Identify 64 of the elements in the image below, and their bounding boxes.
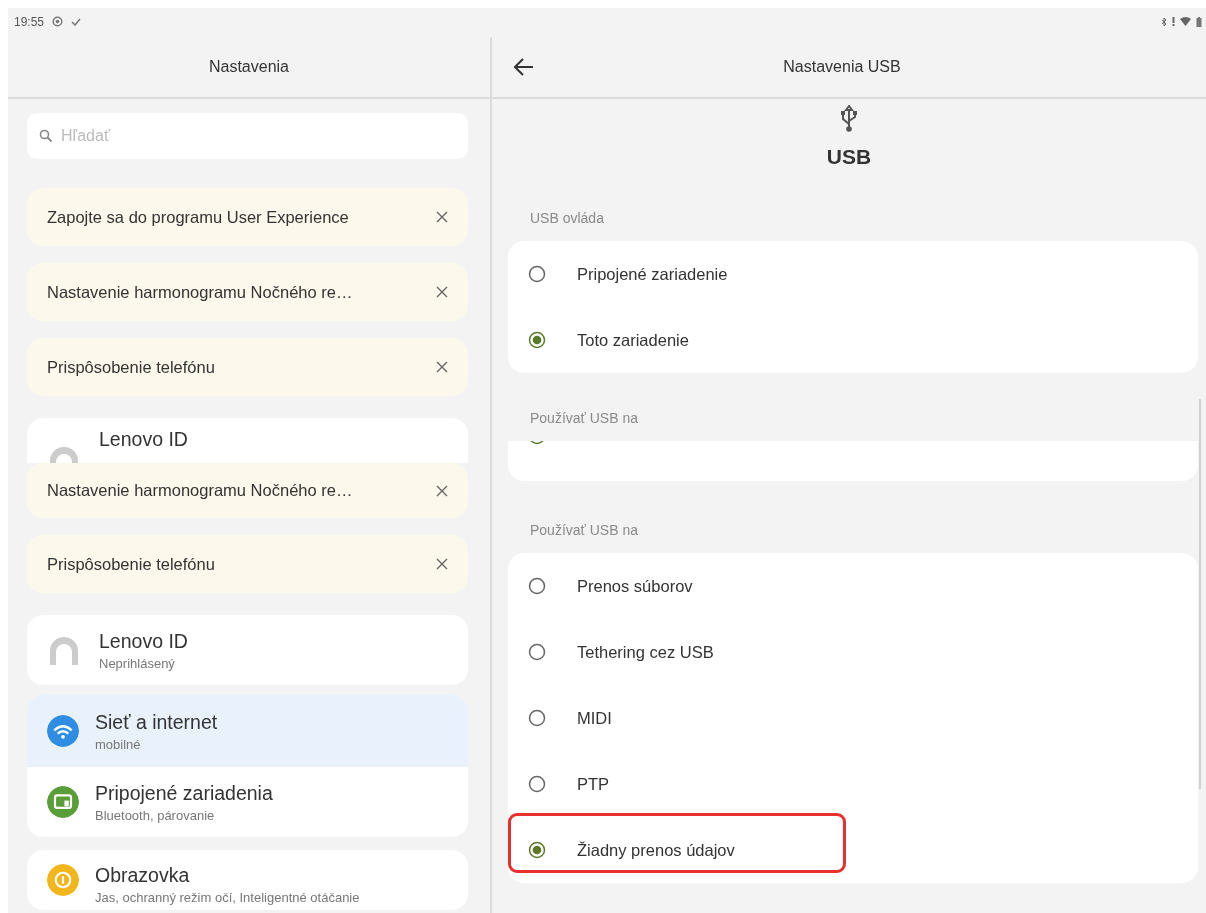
avatar-icon (47, 635, 81, 665)
radio-button[interactable] (528, 441, 546, 446)
account-name: Lenovo ID (99, 629, 188, 653)
settings-category-item[interactable]: Obrazovka Jas, ochranný režim očí, Inteligentné otáčanie (27, 850, 468, 910)
radio-button[interactable] (528, 841, 546, 859)
radio-option[interactable]: MIDI (508, 685, 1198, 751)
suggestion-title: Prispôsobenie telefónu (47, 357, 215, 377)
suggestion-title: Nastavenie harmonogramu Nočného re… (47, 282, 353, 302)
radio-button[interactable] (528, 775, 546, 793)
category-title: Sieť a internet (95, 710, 218, 734)
suggestion-title: Nastavenie harmonogramu Nočného re… (47, 481, 353, 500)
category-subtitle: mobilné (95, 736, 142, 752)
category-subtitle: Bluetooth, párovanie (95, 807, 216, 823)
group-heading: USB ovláda (529, 209, 605, 228)
close-icon[interactable] (436, 286, 448, 298)
wifi-icon (1180, 17, 1191, 26)
category-title: Pripojené zariadenia (95, 781, 273, 805)
suggestion-card[interactable]: Prispôsobenie telefónu (27, 338, 468, 396)
pane-title: Nastavenia (208, 58, 289, 76)
alert-icon (1172, 17, 1175, 26)
settings-icon (52, 16, 64, 27)
close-icon[interactable] (436, 484, 448, 497)
account-card[interactable]: Lenovo ID Neprihlásený (27, 615, 468, 685)
suggestion-card[interactable]: Nastavenie harmonogramu Nočného re… (27, 463, 468, 518)
radio-button[interactable] (528, 709, 546, 727)
radio-option[interactable]: Prenos súborov (508, 553, 1198, 619)
check-icon (71, 17, 82, 26)
pane-title: Nastavenia USB (782, 58, 902, 76)
radio-option[interactable]: Žiadny prenos údajov (508, 817, 1198, 883)
search-field[interactable]: Hľadať (27, 113, 468, 159)
category-title: Obrazovka (95, 864, 191, 887)
section-title: USB (826, 145, 872, 169)
account-name: Lenovo ID (99, 428, 188, 451)
radio-option[interactable]: Tethering cez USB (508, 619, 1198, 685)
suggestion-card[interactable]: Prispôsobenie telefónu (27, 535, 468, 593)
battery-icon (1196, 16, 1202, 27)
account-card[interactable]: Lenovo ID (27, 418, 468, 463)
bluetooth-icon (1161, 16, 1167, 27)
suggestion-title: Prispôsobenie telefónu (47, 554, 215, 574)
settings-category-item[interactable]: Sieť a internet mobilné (27, 695, 468, 767)
close-icon[interactable] (436, 361, 448, 373)
clock-time: 19:55 (14, 14, 45, 29)
radio-button[interactable] (528, 331, 546, 349)
search-icon (39, 129, 53, 143)
radio-option[interactable]: Pripojené zariadenie (508, 241, 1198, 307)
scrollbar[interactable] (1199, 399, 1201, 789)
close-icon[interactable] (436, 558, 448, 570)
settings-category-item[interactable]: Pripojené zariadenia Bluetooth, párovanie (27, 767, 468, 837)
account-status: Neprihlásený (99, 655, 176, 671)
radio-button[interactable] (528, 643, 546, 661)
suggestion-card[interactable]: Nastavenie harmonogramu Nočného re… (27, 263, 468, 321)
group-heading: Používať USB na (529, 521, 639, 540)
category-subtitle: Jas, ochranný režim očí, Inteligentné otáčanie (95, 890, 360, 905)
close-icon[interactable] (436, 211, 448, 223)
suggestion-card[interactable]: Zapojte sa do programu User Experience (27, 188, 468, 246)
avatar-icon (47, 445, 81, 463)
radio-button[interactable] (528, 265, 546, 283)
radio-button[interactable] (528, 577, 546, 595)
suggestion-title: Zapojte sa do programu User Experience (47, 207, 349, 227)
back-arrow-icon[interactable] (514, 58, 534, 76)
radio-option[interactable]: PTP (508, 751, 1198, 817)
radio-option[interactable]: Toto zariadenie (508, 307, 1198, 373)
usb-icon (839, 105, 859, 133)
group-heading: Používať USB na (529, 409, 639, 428)
